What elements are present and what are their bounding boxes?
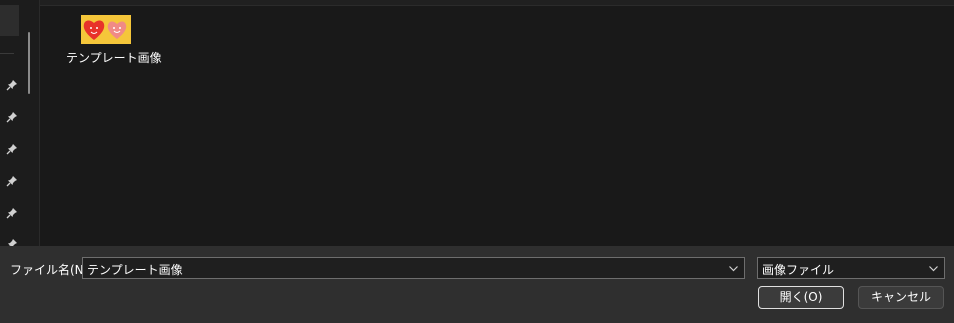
- pin-icon[interactable]: [6, 111, 18, 123]
- chevron-down-icon[interactable]: [728, 263, 739, 274]
- open-file-dialog: テンプレート画像 ファイル名(N): テンプレート画像 画像ファイル 開く(O)…: [0, 0, 954, 323]
- file-name-label: テンプレート画像: [66, 51, 162, 65]
- pin-icon[interactable]: [6, 175, 18, 187]
- filetype-select[interactable]: 画像ファイル: [757, 257, 945, 279]
- heart-icon: [83, 20, 127, 40]
- chevron-down-icon[interactable]: [928, 263, 939, 274]
- file-item[interactable]: テンプレート画像: [66, 14, 162, 72]
- pin-icon[interactable]: [6, 207, 18, 219]
- nav-divider: [0, 53, 14, 54]
- filetype-value[interactable]: 画像ファイル: [762, 261, 834, 278]
- open-button[interactable]: 開く(O): [758, 286, 844, 309]
- filename-value[interactable]: テンプレート画像: [87, 261, 183, 278]
- nav-scrollbar[interactable]: [28, 32, 30, 94]
- filename-label: ファイル名(N):: [10, 263, 93, 277]
- file-list[interactable]: テンプレート画像: [40, 6, 954, 246]
- nav-selected-item[interactable]: [0, 5, 19, 36]
- filename-input[interactable]: テンプレート画像: [82, 257, 745, 279]
- navigation-pane[interactable]: [0, 0, 40, 250]
- image-thumbnail: [81, 15, 131, 44]
- pin-icon[interactable]: [6, 79, 18, 91]
- dialog-footer: ファイル名(N): テンプレート画像 画像ファイル 開く(O) キャンセル: [0, 246, 954, 323]
- cancel-button[interactable]: キャンセル: [858, 286, 944, 309]
- pin-icon[interactable]: [6, 143, 18, 155]
